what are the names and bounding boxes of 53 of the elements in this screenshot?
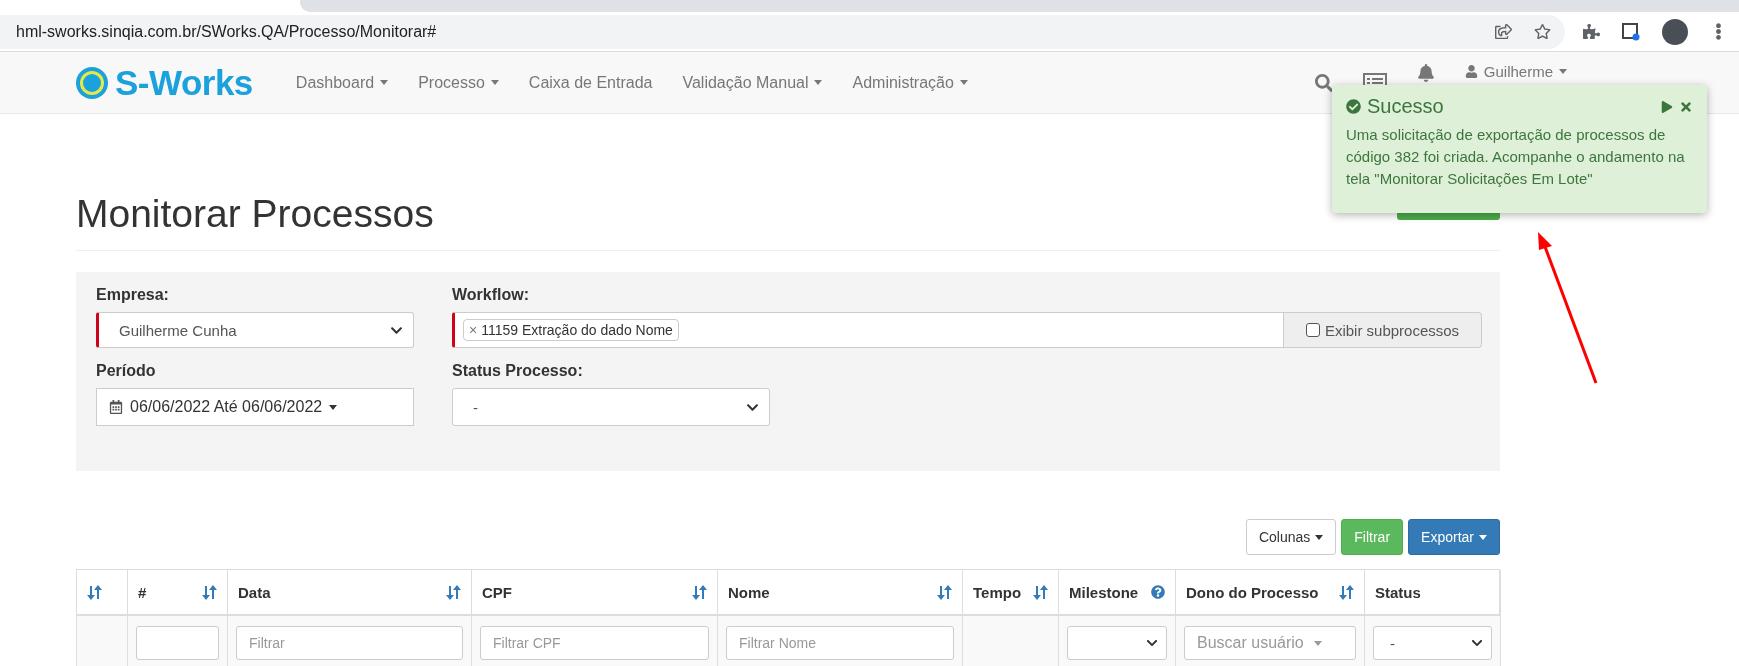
action-button[interactable] xyxy=(1397,212,1500,220)
logo-icon xyxy=(75,65,109,100)
profile-avatar[interactable] xyxy=(1662,18,1688,45)
sort-icon[interactable] xyxy=(446,584,461,600)
nav-menu-item[interactable]: Processo xyxy=(403,73,514,92)
sort-icon[interactable] xyxy=(87,584,102,600)
date-range-value: 06/06/2022 Até 06/06/2022 xyxy=(130,398,323,416)
toast-title: Sucesso xyxy=(1367,95,1445,118)
nav-menu-item[interactable]: Validação Manual xyxy=(667,73,838,92)
field-label: Período xyxy=(96,362,157,380)
play-icon[interactable] xyxy=(1661,100,1673,113)
filter-field[interactable]: Filtrar Nome xyxy=(726,626,954,660)
sort-icon[interactable] xyxy=(202,584,217,600)
sort-icon[interactable] xyxy=(1033,584,1048,600)
filter-field[interactable]: Filtrar xyxy=(236,626,463,660)
sort-icon[interactable] xyxy=(692,584,707,600)
chevron-down-icon xyxy=(1146,637,1158,649)
subprocess-checkbox[interactable]: Exibir subprocessos xyxy=(1284,312,1482,348)
tag-remove[interactable]: × xyxy=(469,322,478,338)
field-label: Workflow: xyxy=(452,286,531,304)
toolbar-button[interactable]: Exportar xyxy=(1408,519,1500,555)
workflow-tag[interactable]: × 11159 Extração do dado Nome xyxy=(463,319,679,341)
toolbar-button[interactable]: Colunas xyxy=(1245,519,1337,555)
workflow-field[interactable]: × 11159 Extração do dado Nome xyxy=(452,312,1284,348)
close-icon[interactable] xyxy=(1679,99,1693,114)
address-bar[interactable]: hml-sworks.sinqia.com.br/SWorks.QA/Processo/Monitorar# xyxy=(0,14,1565,49)
side-panel-icon[interactable] xyxy=(1622,22,1640,41)
share-icon[interactable] xyxy=(1495,23,1512,40)
bell-icon[interactable] xyxy=(1416,64,1435,82)
nav-menu-item[interactable]: Administração xyxy=(837,73,983,92)
sort-icon[interactable] xyxy=(1339,584,1354,600)
company-select[interactable]: Guilherme Cunha xyxy=(96,312,414,348)
search-icon[interactable] xyxy=(1314,73,1333,92)
puzzle-icon[interactable] xyxy=(1583,23,1600,40)
toast-message: Uma solicitação de exportação de processos de código 382 foi criada. Acompanhe o andamento na tela "Monitorar Solicitações Em Lote" xyxy=(1346,125,1686,189)
nav-menu-item[interactable]: Caixa de Entrada xyxy=(513,73,668,92)
chevron-down-icon xyxy=(1471,637,1483,649)
nav-menu-item[interactable]: Dashboard xyxy=(280,73,404,92)
check-icon xyxy=(1346,99,1361,114)
user-icon xyxy=(1464,65,1478,78)
filter-select[interactable]: - xyxy=(1373,626,1492,660)
sort-icon[interactable] xyxy=(937,584,952,600)
user-menu[interactable]: Guilherme xyxy=(1464,63,1567,80)
page-title: Monitorar Processos xyxy=(76,192,434,236)
filter-field[interactable] xyxy=(136,626,219,660)
help-icon[interactable] xyxy=(1151,585,1165,599)
filter-field[interactable]: Filtrar CPF xyxy=(480,626,709,660)
date-range-field[interactable]: 06/06/2022 Até 06/06/2022 xyxy=(96,388,414,426)
field-label: Status Processo: xyxy=(452,362,584,380)
field-label: Empresa: xyxy=(96,286,170,304)
calendar-icon xyxy=(109,400,123,414)
star-icon[interactable] xyxy=(1534,23,1551,40)
status-select[interactable]: - xyxy=(452,388,770,426)
